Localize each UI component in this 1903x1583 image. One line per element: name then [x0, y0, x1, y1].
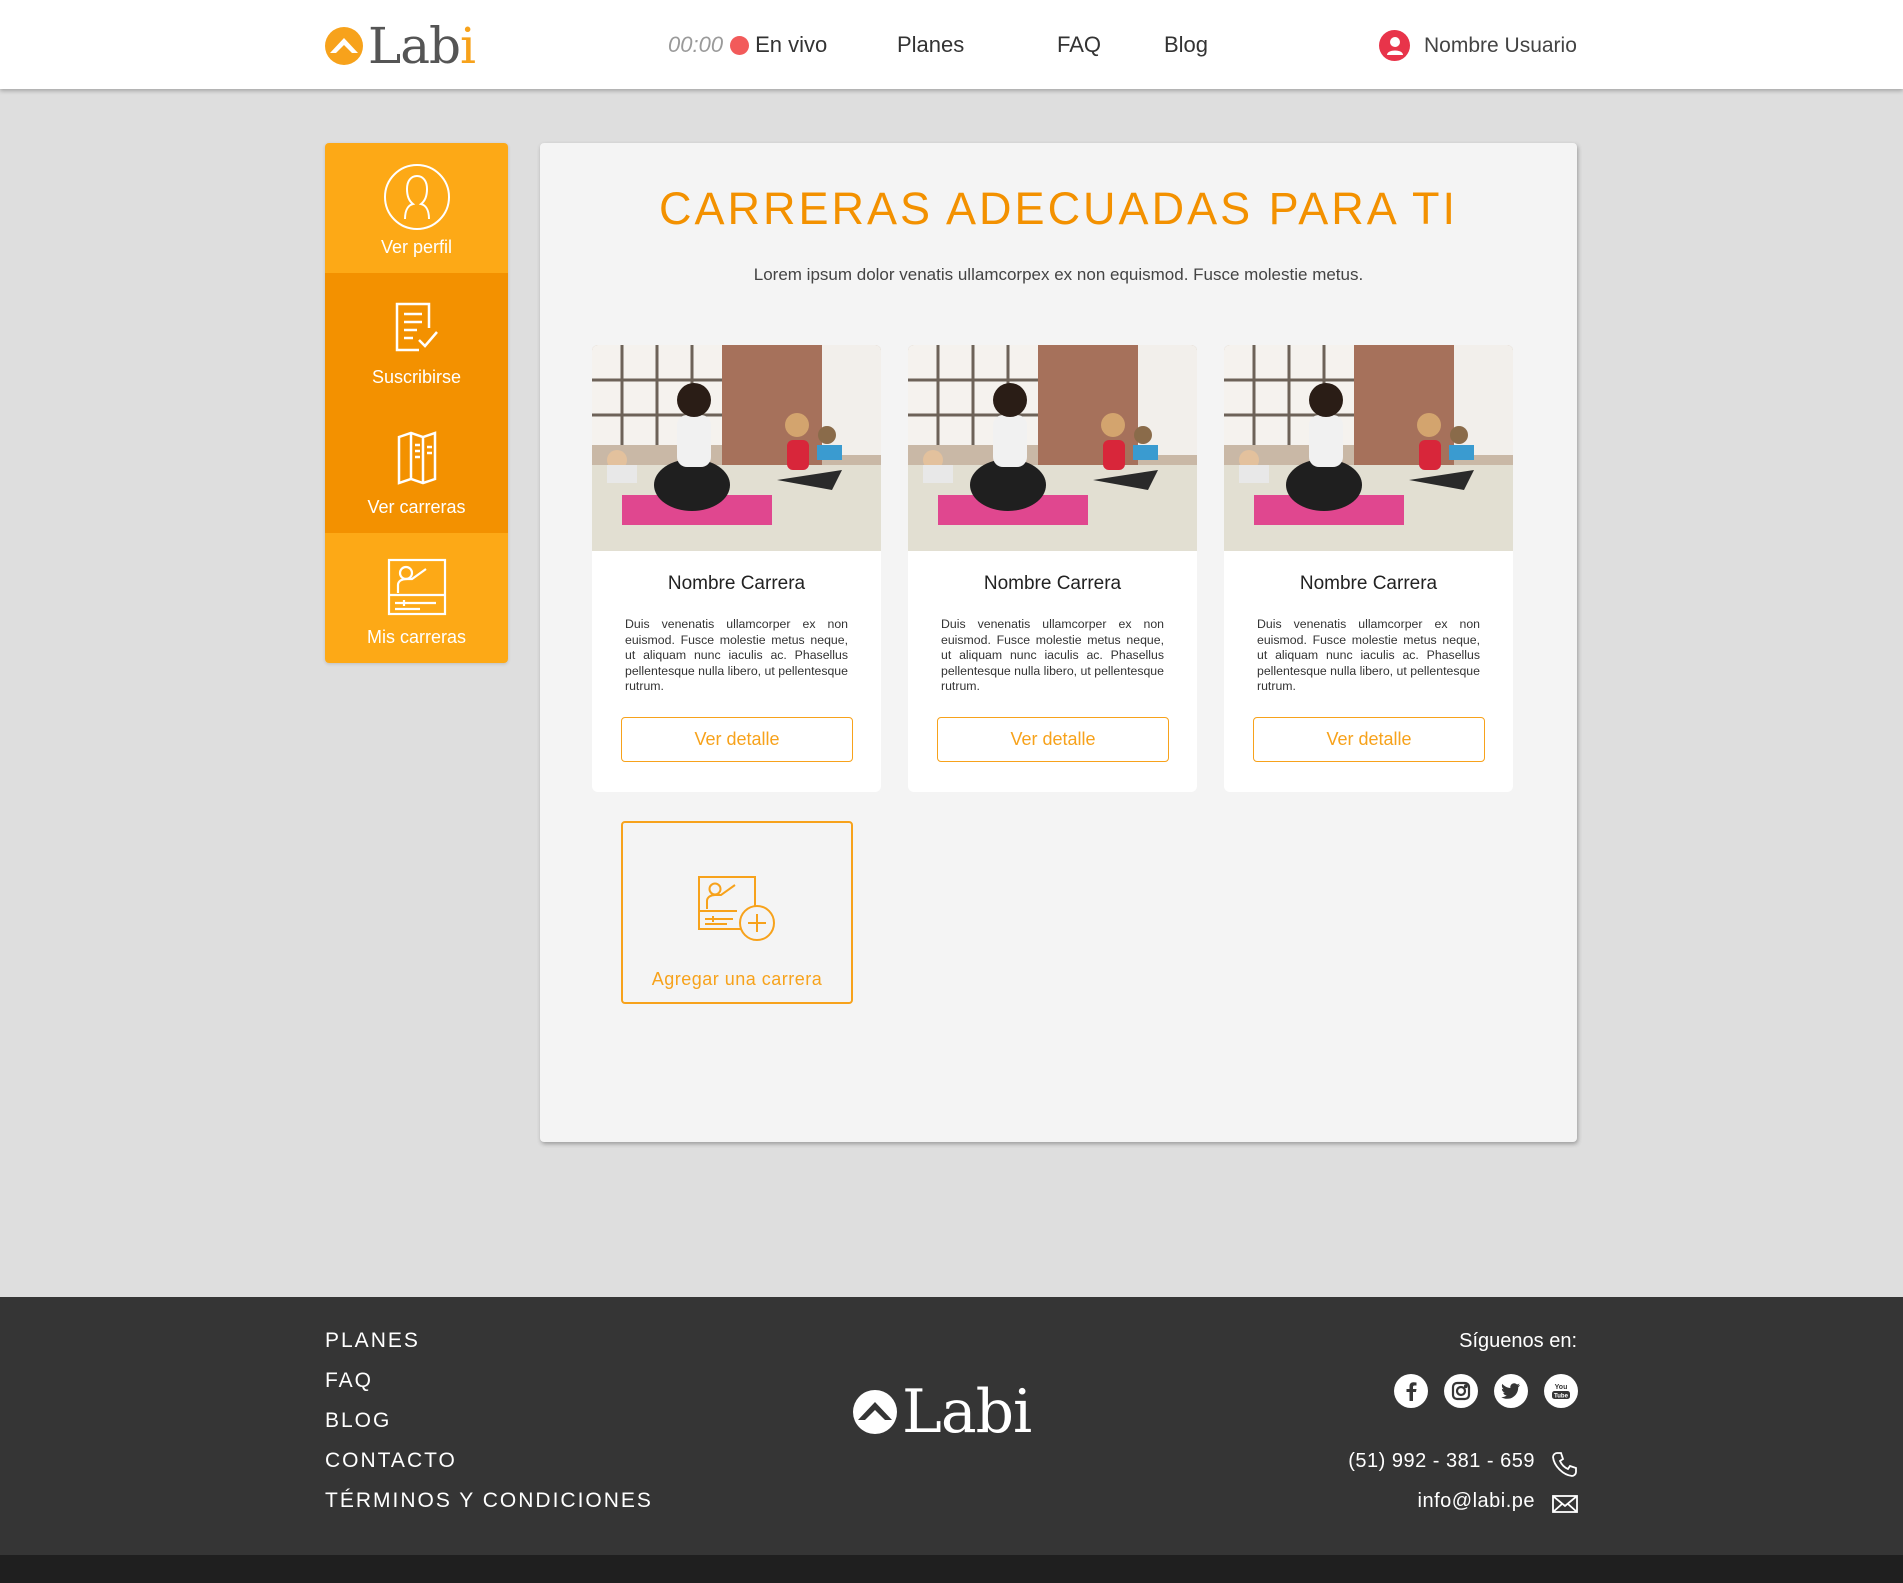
page-subtitle: Lorem ipsum dolor venatis ullamcorpex ex…: [753, 265, 1364, 284]
nav-planes[interactable]: Planes: [897, 32, 964, 58]
main-panel: CARRERAS ADECUADAS PARA TI Lorem ipsum d…: [540, 143, 1577, 1142]
phone-icon: [1552, 1452, 1577, 1477]
view-detail-button[interactable]: Ver detalle: [621, 717, 853, 762]
career-description: Duis venenatis ullamcorper ex non euismo…: [1257, 617, 1480, 693]
sidebar-item-label: Ver perfil: [380, 237, 453, 257]
logo-text: Labi: [368, 17, 476, 75]
instagram-icon[interactable]: [1444, 1374, 1478, 1408]
presentation-icon: [387, 558, 446, 616]
mail-icon: [1552, 1495, 1578, 1513]
follow-label: Síguenos en:: [1459, 1330, 1577, 1352]
user-menu[interactable]: Nombre Usuario: [1379, 30, 1577, 61]
add-career-button[interactable]: Agregar una carrera: [621, 821, 853, 1004]
user-name: Nombre Usuario: [1424, 33, 1577, 57]
sidebar-item-label: Suscribirse: [371, 367, 462, 387]
live-timer: 00:00: [668, 32, 724, 57]
career-image: [908, 345, 1197, 551]
career-card: Nombre Carrera Duis venenatis ullamcorpe…: [592, 345, 881, 792]
live-label: En vivo: [755, 32, 828, 57]
user-icon: [383, 164, 450, 230]
nav-faq[interactable]: FAQ: [1057, 32, 1101, 58]
career-title: Nombre Carrera: [983, 573, 1122, 594]
career-title: Nombre Carrera: [667, 573, 806, 594]
live-indicator[interactable]: 00:00 En vivo: [668, 32, 827, 58]
view-detail-button[interactable]: Ver detalle: [1253, 717, 1485, 762]
career-description: Duis venenatis ullamcorper ex non euismo…: [625, 617, 848, 693]
youtube-icon[interactable]: You Tube: [1544, 1374, 1578, 1408]
footer-link-contacto[interactable]: CONTACTO: [325, 1449, 457, 1473]
footer-email[interactable]: info@labi.pe: [1418, 1490, 1535, 1513]
logo-mark-icon: [325, 27, 363, 65]
nav-blog[interactable]: Blog: [1164, 32, 1208, 58]
add-career-label: Agregar una carrera: [651, 969, 823, 989]
footer-link-planes[interactable]: PLANES: [325, 1329, 420, 1353]
career-description: Duis venenatis ullamcorper ex non euismo…: [941, 617, 1164, 693]
document-check-icon: [395, 302, 438, 352]
career-image: [1224, 345, 1513, 551]
sidebar-item-suscribirse[interactable]: Suscribirse: [325, 273, 508, 403]
footer-link-blog[interactable]: BLOG: [325, 1409, 391, 1433]
twitter-icon[interactable]: [1494, 1374, 1528, 1408]
career-image: [592, 345, 881, 551]
sidebar-item-ver-carreras[interactable]: Ver carreras: [325, 403, 508, 533]
brochure-icon: [397, 431, 436, 485]
career-card: Nombre Carrera Duis venenatis ullamcorpe…: [1224, 345, 1513, 792]
career-card: Nombre Carrera Duis venenatis ullamcorpe…: [908, 345, 1197, 792]
footer-link-faq[interactable]: FAQ: [325, 1369, 373, 1393]
sidebar-item-ver-perfil[interactable]: Ver perfil: [325, 143, 508, 273]
facebook-icon[interactable]: [1394, 1374, 1428, 1408]
footer-phone[interactable]: (51) 992 - 381 - 659: [1348, 1450, 1535, 1473]
svg-text:Tube: Tube: [1554, 1394, 1569, 1400]
logo[interactable]: Labi: [324, 17, 476, 75]
view-detail-button[interactable]: Ver detalle: [937, 717, 1169, 762]
add-presentation-icon: [698, 876, 775, 941]
footer-bottom-bar: [0, 1555, 1903, 1583]
sidebar-item-label: Mis carreras: [366, 627, 466, 647]
svg-text:You: You: [1555, 1384, 1568, 1391]
footer-logo[interactable]: Labi: [852, 1377, 1032, 1447]
user-icon: [1386, 36, 1403, 55]
page-title: CARRERAS ADECUADAS PARA TI: [658, 183, 1459, 234]
live-dot-icon: [730, 35, 750, 55]
sidebar-item-mis-carreras[interactable]: Mis carreras: [325, 533, 508, 663]
career-title: Nombre Carrera: [1299, 573, 1438, 594]
header: Labi 00:00 En vivo Planes FAQ Blog Nombr…: [0, 0, 1903, 89]
sidebar-item-label: Ver carreras: [367, 497, 466, 517]
logo-mark-icon: [853, 1390, 897, 1434]
sidebar: Ver perfil Suscribirse Ver carreras Mis …: [325, 143, 508, 663]
footer-logo-text: Labi: [902, 1377, 1032, 1447]
avatar: [1379, 30, 1410, 61]
footer-link-terminos[interactable]: TÉRMINOS Y CONDICIONES: [325, 1489, 653, 1513]
